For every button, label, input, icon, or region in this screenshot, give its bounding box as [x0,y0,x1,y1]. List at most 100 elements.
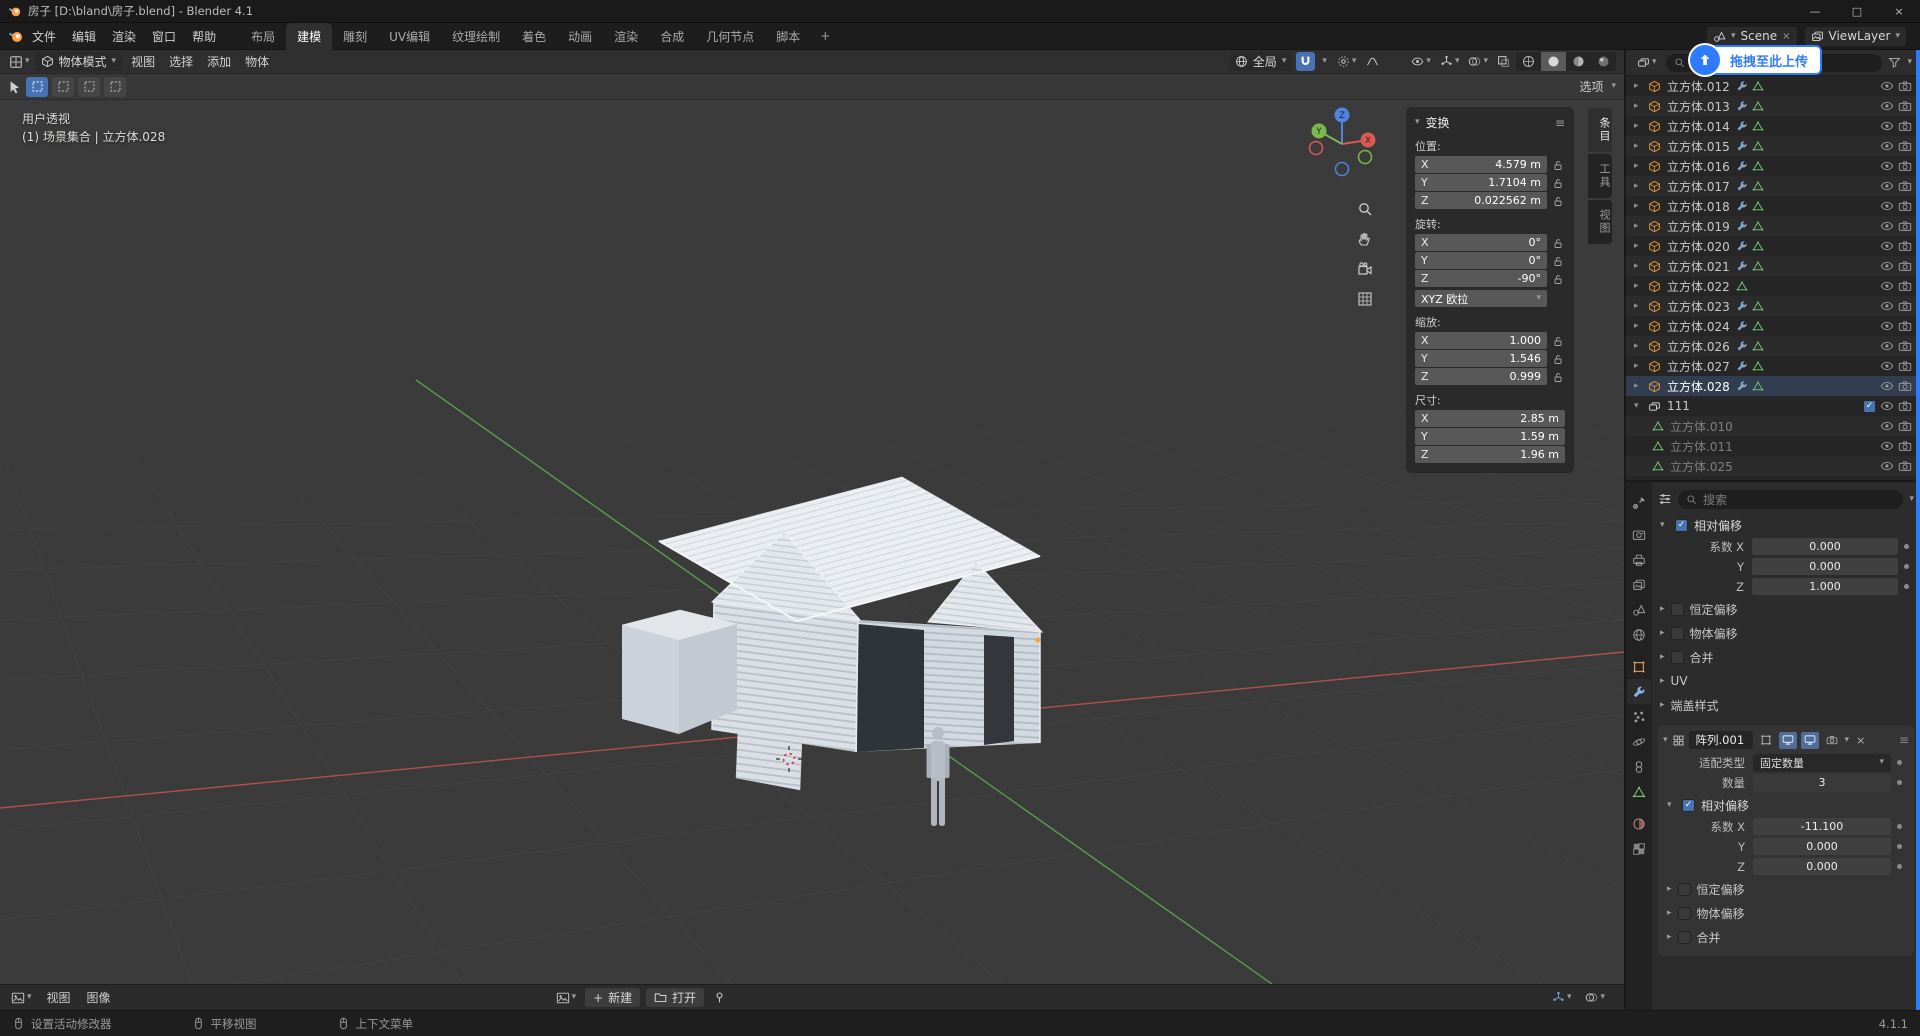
expand-toggle-icon[interactable]: ▸ [1634,121,1644,131]
modifier-wrench-icon[interactable] [1736,100,1748,112]
mesh-object-icon[interactable] [1648,100,1661,113]
dimension-field[interactable]: Y 1.59 m [1415,428,1565,445]
tab-output[interactable] [1627,547,1651,572]
workspace-tab[interactable]: 几何节点 [695,23,765,50]
panel-menu-icon[interactable]: ≡ [1555,116,1565,130]
tab-material[interactable] [1627,811,1651,836]
toggle-viewport-icon[interactable] [1800,731,1819,749]
scale-field[interactable]: Y 1.546 [1415,350,1547,367]
lock-icon[interactable] [1551,159,1565,171]
outliner-row[interactable]: ▸ 立方体.019 ✓ [1626,216,1920,236]
menu-item[interactable]: 渲染 [104,23,144,50]
hide-in-viewport-icon[interactable] [1880,419,1894,433]
lock-icon[interactable] [1551,371,1565,383]
modifier-wrench-icon[interactable] [1736,140,1748,152]
dimension-field[interactable]: Z 1.96 m [1415,446,1565,463]
disable-in-render-icon[interactable] [1898,319,1912,333]
mesh-data-icon[interactable] [1752,100,1764,112]
expand-toggle-icon[interactable]: ▸ [1634,101,1644,111]
workspace-tab[interactable]: 动画 [557,23,603,50]
expand-toggle-icon[interactable]: ▸ [1634,161,1644,171]
mesh-data-icon[interactable] [1752,120,1764,132]
fit-type-dropdown[interactable]: 固定数量 ▾ [1753,753,1891,772]
mesh-data-icon[interactable] [1652,420,1664,432]
axis-z-negative[interactable] [1334,161,1350,177]
pan-hand-button[interactable] [1352,226,1378,252]
properties-editor-icon[interactable] [1658,492,1672,506]
image-editor-type-button[interactable]: ▾ [8,988,35,1007]
tab-modifiers[interactable] [1627,679,1651,704]
expand-toggle-icon[interactable]: ▸ [1634,201,1644,211]
mesh-data-icon[interactable] [1752,160,1764,172]
modifier-wrench-icon[interactable] [1736,240,1748,252]
mesh-data-icon[interactable] [1752,260,1764,272]
workspace-tab[interactable]: 着色 [511,23,557,50]
value-field[interactable]: -11.100 [1753,818,1891,835]
tab-particles[interactable] [1627,704,1651,729]
tool-options-dropdown[interactable]: 选项 ▾ [1571,73,1616,100]
modifier-wrench-icon[interactable] [1736,360,1748,372]
lock-icon[interactable] [1551,335,1565,347]
mesh-object-icon[interactable] [1648,140,1661,153]
outliner-row[interactable]: ▸ 立方体.016 ✓ [1626,156,1920,176]
disable-in-render-icon[interactable] [1898,399,1912,413]
disable-in-render-icon[interactable] [1898,379,1912,393]
hide-in-viewport-icon[interactable] [1880,339,1894,353]
lock-icon[interactable] [1551,177,1565,189]
hide-in-viewport-icon[interactable] [1880,139,1894,153]
hide-in-viewport-icon[interactable] [1880,299,1894,313]
snap-toggle[interactable] [1296,52,1316,71]
modifier-relative-offset-header[interactable]: ▾ ✓ 相对偏移 [1663,794,1909,816]
panel-checkbox[interactable] [1677,906,1691,920]
expand-toggle-icon[interactable]: ▸ [1634,341,1644,351]
outliner-row[interactable]: 立方体.025 ✓ [1626,456,1920,476]
collection-icon[interactable] [1648,400,1661,413]
mesh-data-icon[interactable] [1652,460,1664,472]
panel-checkbox[interactable] [1670,650,1684,664]
panel-checkbox[interactable] [1677,882,1691,896]
add-workspace-button[interactable]: + [811,29,839,43]
pin-button[interactable] [710,988,729,1007]
outliner-row[interactable]: ▸ 立方体.012 ✓ [1626,76,1920,96]
animate-dot[interactable] [1898,564,1914,569]
outliner-row[interactable]: ▾ 111 ✓ [1626,396,1920,416]
transform-panel-header[interactable]: ▾ 变换 ≡ [1415,114,1565,131]
modifier-drag-icon[interactable]: ≡ [1899,733,1909,747]
dimension-field[interactable]: X 2.85 m [1415,410,1565,427]
scale-field[interactable]: X 1.000 [1415,332,1547,349]
collection-checkbox[interactable]: ✓ [1863,399,1876,413]
expand-toggle-icon[interactable]: ▸ [1634,281,1644,291]
outliner-row[interactable]: ▸ 立方体.028 ✓ [1626,376,1920,396]
lock-icon[interactable] [1551,353,1565,365]
menu-item[interactable]: 文件 [24,23,64,50]
menu-item[interactable]: 帮助 [184,23,224,50]
mesh-data-icon[interactable] [1752,200,1764,212]
properties-search[interactable]: 搜索 [1678,489,1904,509]
hide-in-viewport-icon[interactable] [1880,379,1894,393]
mesh-object-icon[interactable] [1648,200,1661,213]
animate-dot[interactable] [1891,760,1907,765]
reference-cube[interactable] [621,609,738,734]
viewport-menu-item[interactable]: 物体 [238,50,276,74]
mesh-object-icon[interactable] [1648,360,1661,373]
mesh-object-icon[interactable] [1648,340,1661,353]
new-image-button[interactable]: + 新建 [585,988,641,1007]
image-overlays-dropdown[interactable]: ▾ [1582,988,1608,1007]
tab-render[interactable] [1627,522,1651,547]
disable-in-render-icon[interactable] [1898,279,1912,293]
lock-icon[interactable] [1551,255,1565,267]
modifier-wrench-icon[interactable] [1736,380,1748,392]
image-gizmos-dropdown[interactable]: ▾ [1549,988,1575,1007]
modifier-wrench-icon[interactable] [1736,80,1748,92]
viewport-3d[interactable]: 用户透视 (1) 场景集合 | 立方体.028 Z X Y ▾ 变换 ≡ 位置:… [0,100,1624,984]
workspace-tab[interactable]: 脚本 [765,23,811,50]
mesh-data-icon[interactable] [1752,340,1764,352]
disable-in-render-icon[interactable] [1898,139,1912,153]
editor-type-button[interactable]: ▾ [6,52,33,71]
tab-constraints[interactable] [1627,754,1651,779]
disable-in-render-icon[interactable] [1898,439,1912,453]
filter-dropdown-icon[interactable]: ▾ [1907,58,1912,67]
hide-in-viewport-icon[interactable] [1880,119,1894,133]
falloff-button[interactable] [1363,52,1382,71]
expand-toggle-icon[interactable]: ▸ [1634,381,1644,391]
